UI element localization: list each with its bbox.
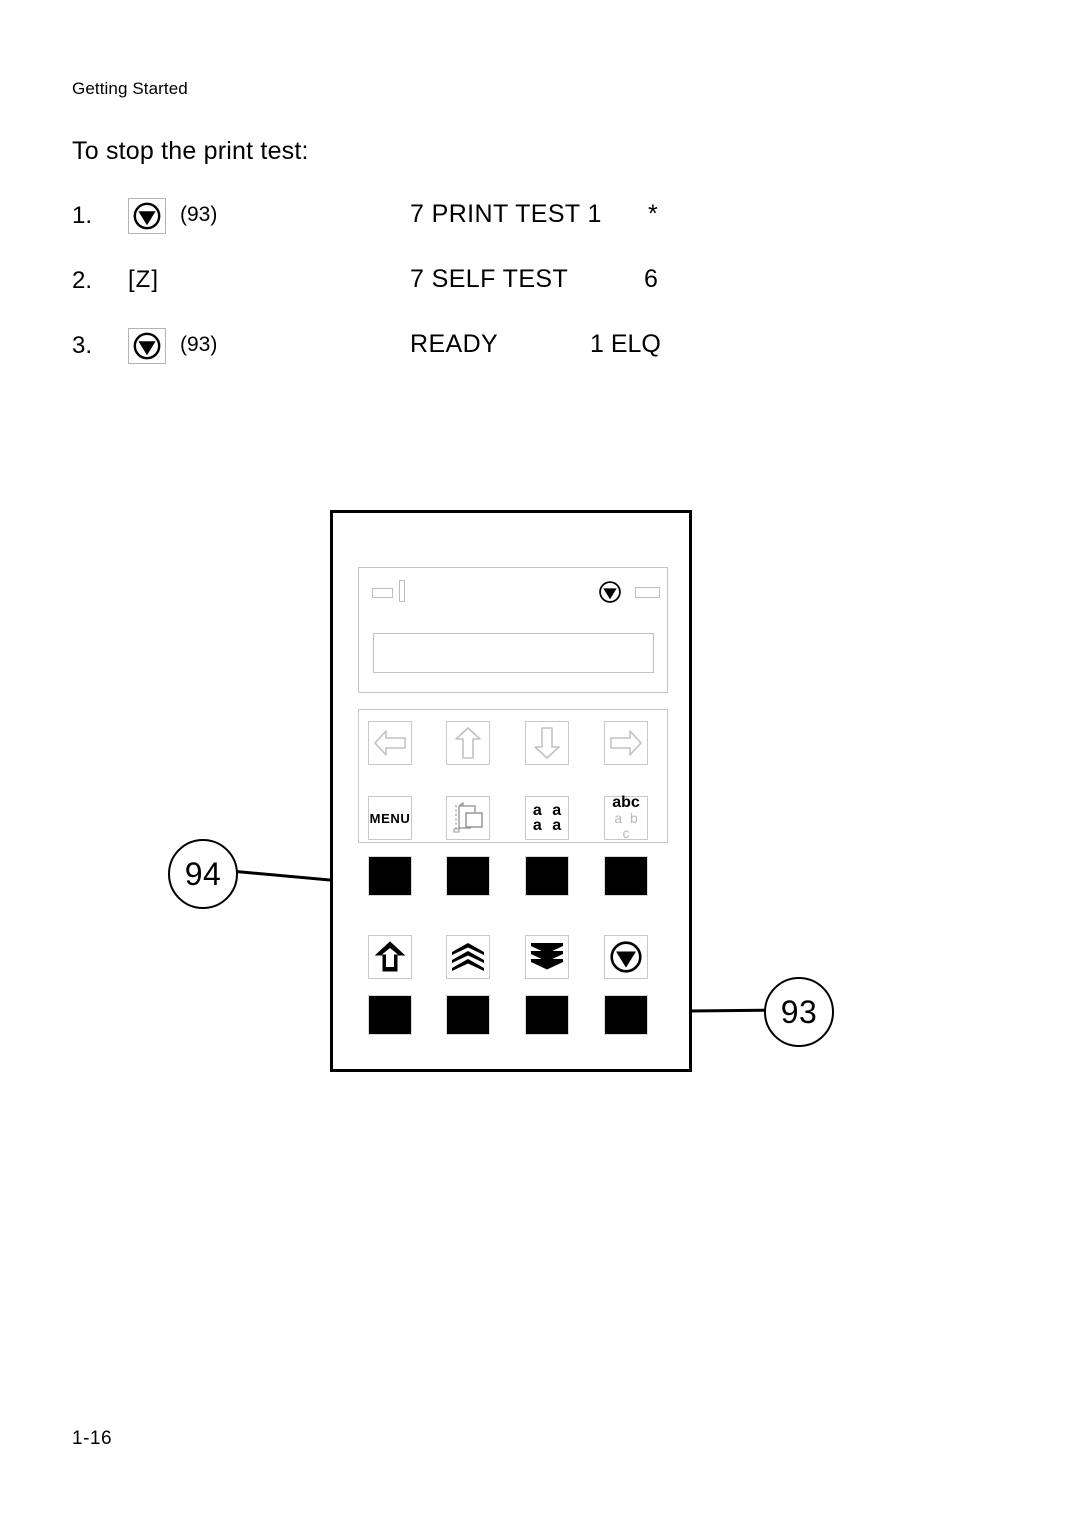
step-display-readout: 7 PRINT TEST 1 bbox=[410, 200, 602, 228]
step-number: 3. bbox=[72, 332, 93, 359]
stop-indicator-icon bbox=[598, 580, 622, 604]
lower-black-key-3[interactable] bbox=[525, 995, 569, 1035]
lcd-screen bbox=[373, 633, 654, 673]
control-panel-body: MENU a aa a abc a b c bbox=[330, 510, 692, 1072]
font-style-key-label-top: abc bbox=[612, 794, 640, 811]
upper-black-key-4[interactable] bbox=[604, 856, 648, 896]
display-block bbox=[358, 567, 668, 693]
callout-93: 93 bbox=[764, 977, 834, 1047]
step-display-readout: READY bbox=[410, 330, 499, 358]
paper-down-icon[interactable] bbox=[525, 935, 569, 979]
stop-key-icon bbox=[128, 328, 166, 364]
page-folio: 1-16 bbox=[72, 1428, 113, 1449]
step-reference: (93) bbox=[180, 203, 218, 226]
callout-94-leader-line bbox=[235, 870, 396, 888]
form-feed-icon[interactable] bbox=[368, 935, 412, 979]
callout-94: 94 bbox=[168, 839, 238, 909]
callout-94-label: 94 bbox=[184, 855, 222, 892]
callout-93-leader-line bbox=[640, 1008, 769, 1013]
arrow-down-icon[interactable] bbox=[525, 721, 569, 765]
step-flag: * bbox=[648, 200, 658, 228]
arrow-left-icon[interactable] bbox=[368, 721, 412, 765]
step-flag: 6 bbox=[644, 265, 658, 293]
procedure-list: 1. (93) 7 PRINT TEST 1 * 2. [Z] 7 SELF T… bbox=[0, 196, 1080, 391]
procedure-step-2: 2. [Z] 7 SELF TEST 6 bbox=[0, 261, 1080, 326]
menu-icon[interactable]: MENU bbox=[368, 796, 412, 840]
step-flag: 1 ELQ bbox=[590, 330, 661, 358]
font-size-icon[interactable]: a aa a bbox=[525, 796, 569, 840]
paper-source-icon[interactable] bbox=[446, 796, 490, 840]
upper-black-key-3[interactable] bbox=[525, 856, 569, 896]
step-number: 1. bbox=[72, 202, 93, 229]
stop-key-icon[interactable] bbox=[604, 935, 648, 979]
upper-black-key-1[interactable] bbox=[368, 856, 412, 896]
font-size-key-label: a aa a bbox=[532, 802, 565, 834]
lower-black-key-1[interactable] bbox=[368, 995, 412, 1035]
led-bar-indicator bbox=[372, 588, 393, 598]
section-intro-text: To stop the print test: bbox=[72, 137, 309, 165]
step-reference: (93) bbox=[180, 333, 218, 356]
menu-key-label: MENU bbox=[369, 810, 411, 826]
lower-black-key-4[interactable] bbox=[604, 995, 648, 1035]
stop-key-icon bbox=[128, 198, 166, 234]
running-header: Getting Started bbox=[72, 79, 188, 98]
step-number: 2. bbox=[72, 267, 93, 294]
upper-black-key-2[interactable] bbox=[446, 856, 490, 896]
lower-black-key-2[interactable] bbox=[446, 995, 490, 1035]
arrow-up-icon[interactable] bbox=[446, 721, 490, 765]
procedure-step-1: 1. (93) 7 PRINT TEST 1 * bbox=[0, 196, 1080, 261]
callout-93-label: 93 bbox=[780, 993, 818, 1030]
led-tick-indicator bbox=[399, 580, 405, 602]
font-style-icon[interactable]: abc a b c bbox=[604, 794, 648, 841]
step-key-text: [Z] bbox=[128, 266, 159, 293]
paper-up-icon[interactable] bbox=[446, 935, 490, 979]
font-style-key-label-bottom: a b c bbox=[614, 810, 640, 841]
arrow-right-icon[interactable] bbox=[604, 721, 648, 765]
step-display-readout: 7 SELF TEST bbox=[410, 265, 569, 293]
led-bar-indicator-right bbox=[635, 587, 660, 598]
keypad-outline bbox=[358, 709, 668, 843]
procedure-step-3: 3. (93) READY 1 ELQ bbox=[0, 326, 1080, 391]
